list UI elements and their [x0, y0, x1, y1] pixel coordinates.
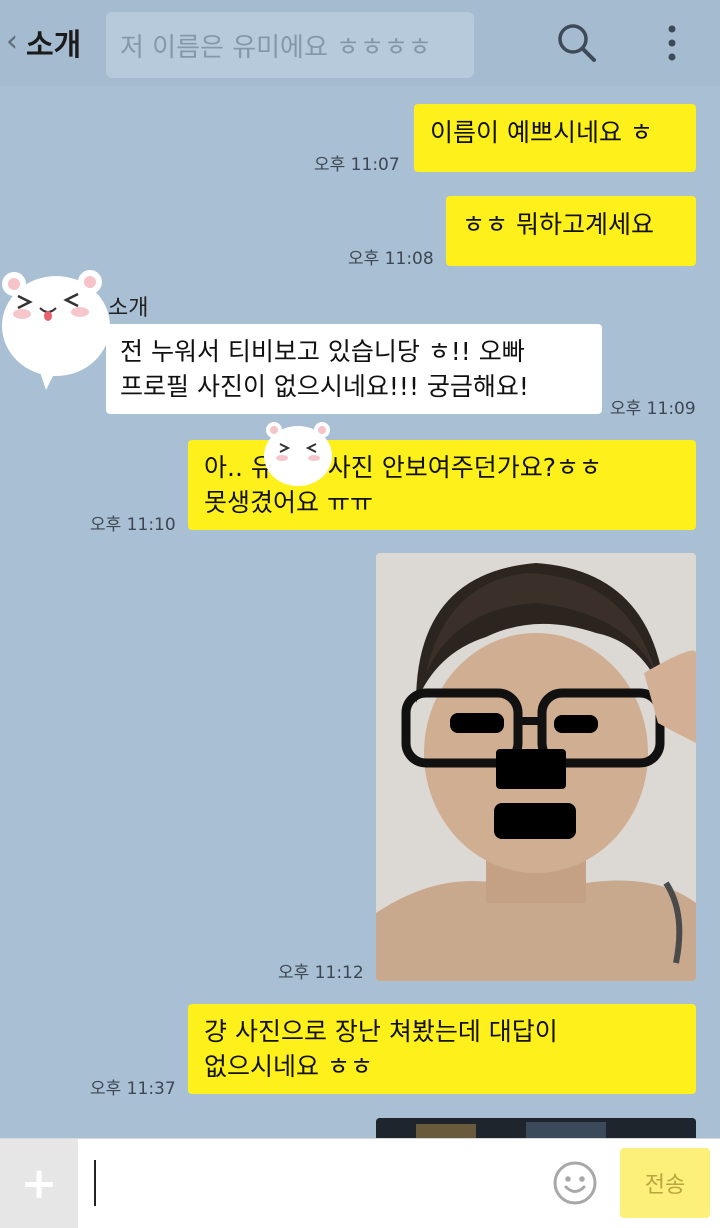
search-icon[interactable] — [552, 18, 602, 68]
back-button[interactable]: ‹ 소개 — [6, 18, 81, 66]
message-time: 오후 11:37 — [90, 1079, 176, 1099]
message-time: 오후 11:08 — [348, 249, 434, 269]
bear-sticker-icon — [264, 422, 332, 486]
message-text: ㅎㅎ 뭐하고계세요 — [462, 210, 654, 239]
message-text-line: 전 누워서 티비보고 있습니당 ㅎ!! 오빠 — [120, 337, 525, 366]
sender-avatar[interactable] — [0, 268, 116, 396]
my-message-bubble[interactable]: 이름이 예쁘시네요 ㅎ — [414, 104, 696, 172]
message-text: 이름이 예쁘시네요 ㅎ — [430, 118, 653, 147]
message-text-line: 프로필 사진이 없으시네요!!! 궁금해요! — [120, 372, 529, 401]
their-message-bubble[interactable]: 전 누워서 티비보고 있습니당 ㅎ!! 오빠 프로필 사진이 없으시네요!!! … — [106, 324, 602, 414]
message-time: 오후 11:07 — [314, 155, 400, 175]
my-message-bubble[interactable]: 걍 사진으로 장난 쳐봤는데 대답이 없으시네요 ㅎㅎ — [188, 1004, 696, 1094]
emoji-button[interactable] — [552, 1160, 598, 1206]
message-input[interactable] — [90, 1157, 540, 1211]
more-menu-button[interactable] — [654, 18, 690, 68]
message-time: 오후 11:10 — [90, 515, 176, 535]
chat-title: 소개 — [26, 28, 82, 63]
pinned-notice-text: 저 이름은 유미에요 ㅎㅎㅎㅎ — [120, 32, 432, 63]
message-text-line: 없으시네요 ㅎㅎ — [204, 1052, 373, 1081]
message-text-line: 걍 사진으로 장난 쳐봤는데 대답이 — [204, 1017, 558, 1046]
my-message-bubble[interactable]: ㅎㅎ 뭐하고계세요 — [446, 196, 696, 266]
plus-icon[interactable]: + — [21, 1162, 58, 1206]
smiley-icon[interactable] — [552, 1160, 598, 1206]
bear-avatar-icon[interactable] — [0, 268, 116, 392]
chevron-left-icon[interactable]: ‹ — [6, 27, 18, 57]
message-input-bar: + — [0, 1138, 720, 1228]
pinned-notice[interactable]: 저 이름은 유미에요 ㅎㅎㅎㅎ — [106, 12, 474, 78]
more-vertical-icon[interactable] — [654, 18, 690, 68]
send-button[interactable]: 전송 — [620, 1148, 710, 1218]
message-time: 오후 11:09 — [610, 399, 696, 419]
search-button[interactable] — [552, 18, 602, 68]
photo-message[interactable] — [376, 553, 696, 981]
message-time: 오후 11:12 — [278, 963, 364, 983]
text-cursor — [94, 1160, 96, 1206]
chat-header: ‹ 소개 저 이름은 유미에요 ㅎㅎㅎㅎ — [0, 0, 720, 86]
bear-sticker — [262, 418, 334, 492]
sender-name: 소개 — [108, 296, 149, 321]
attach-button[interactable]: + — [0, 1139, 78, 1228]
selfie-photo — [376, 553, 696, 981]
